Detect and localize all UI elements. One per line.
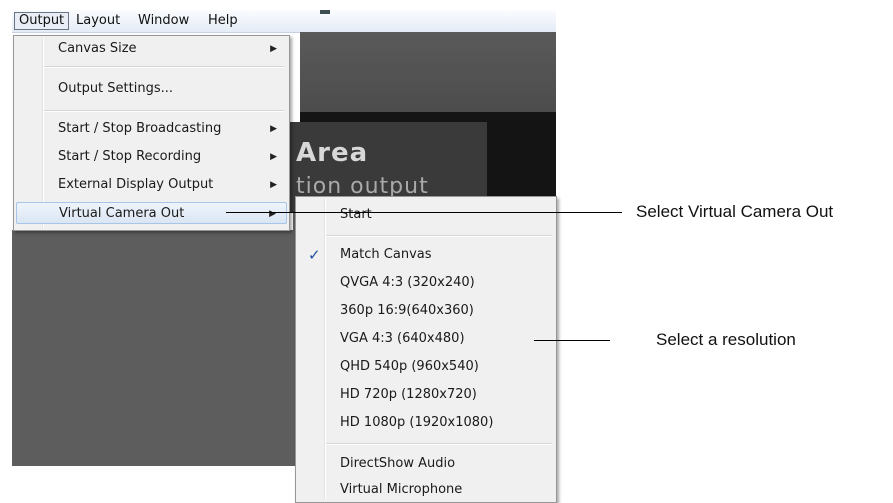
menu-item-label: DirectShow Audio: [340, 456, 456, 471]
menubar: Output Layout Window Help: [12, 10, 556, 33]
submenu-item-qhd-540p[interactable]: QHD 540p (960x540): [298, 355, 554, 379]
menu-item-label: Start / Stop Broadcasting: [58, 121, 222, 136]
menu-separator: [44, 66, 284, 68]
menu-item-label: Output Settings...: [58, 81, 174, 96]
submenu-item-virtual-microphone[interactable]: Virtual Microphone: [298, 478, 554, 502]
preview-toolbar: [300, 32, 556, 112]
submenu-item-hd-1080p[interactable]: HD 1080p (1920x1080): [298, 411, 554, 435]
submenu-item-directshow-audio[interactable]: DirectShow Audio: [298, 452, 554, 476]
callout-line-virtual-camera: [226, 212, 622, 213]
submenu-arrow-icon: ▶: [270, 180, 277, 190]
menu-item-canvas-size[interactable]: Canvas Size ▶: [16, 38, 287, 60]
menu-layout[interactable]: Layout: [72, 13, 124, 29]
window-tab-edge: [320, 10, 330, 14]
submenu-item-start[interactable]: Start: [298, 203, 554, 227]
submenu-item-360p[interactable]: 360p 16:9(640x360): [298, 299, 554, 323]
callout-resolution: Select a resolution: [656, 330, 796, 349]
menu-item-label: QVGA 4:3 (320x240): [340, 275, 475, 290]
checkmark-icon: ✓: [308, 246, 321, 264]
output-menu: Canvas Size ▶ Output Settings... Start /…: [13, 35, 290, 231]
callout-virtual-camera: Select Virtual Camera Out: [636, 202, 834, 221]
menu-item-label: Virtual Camera Out: [59, 206, 185, 221]
menu-item-label: External Display Output: [58, 177, 214, 192]
submenu-arrow-icon: ▶: [269, 209, 276, 219]
menu-item-label: Virtual Microphone: [340, 482, 463, 497]
submenu-item-vga[interactable]: VGA 4:3 (640x480): [298, 327, 554, 351]
menu-item-label: Start / Stop Recording: [58, 149, 202, 164]
menu-item-label: Match Canvas: [340, 247, 432, 262]
virtual-camera-submenu: Start ✓ Match Canvas QVGA 4:3 (320x240) …: [295, 196, 557, 503]
menu-item-output-settings[interactable]: Output Settings...: [16, 78, 287, 100]
submenu-arrow-icon: ▶: [270, 124, 277, 134]
menu-help[interactable]: Help: [204, 13, 242, 29]
menu-separator: [326, 235, 552, 237]
submenu-item-qvga[interactable]: QVGA 4:3 (320x240): [298, 271, 554, 295]
menu-item-label: HD 1080p (1920x1080): [340, 415, 494, 430]
menu-item-external-display-output[interactable]: External Display Output ▶: [16, 174, 287, 196]
menu-window[interactable]: Window: [134, 13, 193, 29]
menu-output[interactable]: Output: [14, 12, 70, 30]
menu-separator: [326, 443, 552, 445]
menu-item-label: QHD 540p (960x540): [340, 359, 479, 374]
menu-item-label: HD 720p (1280x720): [340, 387, 477, 402]
menu-item-label: Start: [340, 207, 372, 222]
menu-item-label: 360p 16:9(640x360): [340, 303, 474, 318]
workspace-area: [12, 230, 294, 466]
menu-item-start-stop-broadcasting[interactable]: Start / Stop Broadcasting ▶: [16, 118, 287, 140]
submenu-arrow-icon: ▶: [270, 152, 277, 162]
menu-item-label: VGA 4:3 (640x480): [340, 331, 465, 346]
submenu-item-hd-720p[interactable]: HD 720p (1280x720): [298, 383, 554, 407]
menu-item-start-stop-recording[interactable]: Start / Stop Recording ▶: [16, 146, 287, 168]
callout-line-resolution: [534, 340, 610, 341]
menu-separator: [44, 110, 284, 112]
menu-item-virtual-camera-out[interactable]: Virtual Camera Out ▶: [16, 202, 287, 224]
preview-title: Area: [296, 138, 369, 168]
submenu-item-match-canvas[interactable]: ✓ Match Canvas: [298, 243, 554, 267]
submenu-arrow-icon: ▶: [270, 44, 277, 54]
menu-item-label: Canvas Size: [58, 41, 137, 56]
